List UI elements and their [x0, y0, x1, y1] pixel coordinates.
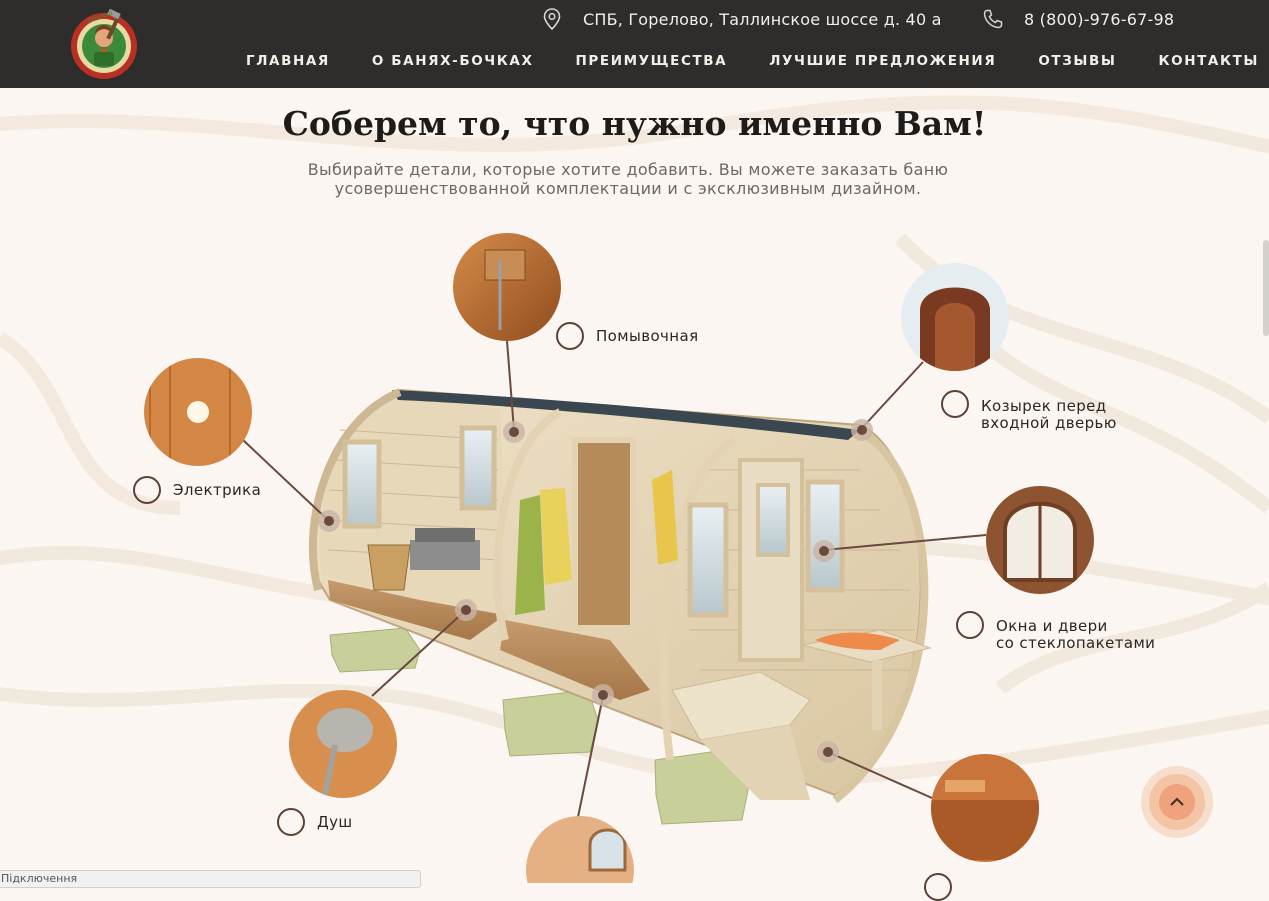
phone-icon	[983, 9, 1003, 29]
location-pin-icon	[543, 8, 561, 30]
page-scrollbar[interactable]	[1263, 240, 1269, 336]
feature-washroom-label: Помывочная	[596, 327, 699, 345]
thumb-washroom	[453, 233, 561, 341]
company-logo[interactable]: Банька	[68, 6, 140, 82]
feature-windows-label: Окна и двери со стеклопакетами	[996, 618, 1155, 652]
nav-about-barrel-saunas[interactable]: О БАНЯХ-БОЧКАХ	[372, 53, 534, 69]
browser-status-bar: Підключення	[0, 870, 421, 888]
thumb-steamroom	[526, 816, 634, 883]
phone-number[interactable]: 8 (800)-976-67-98	[1024, 10, 1174, 29]
feature-shower-label: Душ	[317, 813, 353, 831]
feature-windows-label-line1: Окна и двери	[996, 617, 1108, 635]
thumb-windows	[986, 486, 1094, 594]
feature-washroom[interactable]: Помывочная	[556, 322, 699, 350]
hotspot-washroom[interactable]	[503, 421, 525, 443]
scroll-to-top-inner[interactable]	[1159, 784, 1195, 820]
hotspot-steamroom-bench[interactable]	[592, 684, 614, 706]
feature-windows-marker[interactable]	[956, 611, 984, 639]
thumb-terrace	[931, 754, 1039, 862]
hotspot-terrace[interactable]	[817, 741, 839, 763]
feature-canopy-label-line2: входной дверью	[981, 414, 1117, 432]
nav-advantages[interactable]: ПРЕИМУЩЕСТВА	[576, 53, 728, 69]
thumb-canopy	[901, 263, 1009, 371]
feature-windows-doors[interactable]: Окна и двери со стеклопакетами	[956, 611, 1155, 652]
feature-shower[interactable]: Душ	[277, 808, 353, 836]
site-header: Банька СПБ, Горелово, Таллинское шоссе д…	[0, 0, 1269, 88]
feature-canopy-label-line1: Козырек перед	[981, 397, 1107, 415]
section-title: Соберем то, что нужно именно Вам!	[282, 104, 987, 143]
nav-reviews[interactable]: ОТЗЫВЫ	[1038, 53, 1116, 69]
hotspot-canopy[interactable]	[851, 419, 873, 441]
feature-shower-marker[interactable]	[277, 808, 305, 836]
address-text: СПБ, Горелово, Таллинское шоссе д. 40 а	[583, 9, 942, 29]
feature-windows-label-line2: со стеклопакетами	[996, 634, 1156, 652]
address-block: СПБ, Горелово, Таллинское шоссе д. 40 а	[543, 8, 942, 30]
feature-partial-marker[interactable]	[924, 873, 952, 901]
phone-block[interactable]: 8 (800)-976-67-98	[983, 8, 1174, 30]
nav-best-offers[interactable]: ЛУЧШИЕ ПРЕДЛОЖЕНИЯ	[769, 53, 996, 69]
hotspot-electrics[interactable]	[318, 510, 340, 532]
section-subtitle: Выбирайте детали, которые хотите добавит…	[307, 160, 949, 198]
nav-contacts[interactable]: КОНТАКТЫ	[1159, 53, 1260, 69]
feature-canopy-marker[interactable]	[941, 390, 969, 418]
feature-electrics-label: Электрика	[173, 481, 262, 499]
main-nav: ГЛАВНАЯ О БАНЯХ-БОЧКАХ ПРЕИМУЩЕСТВА ЛУЧШ…	[246, 53, 1259, 69]
hotspot-windows[interactable]	[813, 540, 835, 562]
barrel-sauna	[308, 388, 932, 804]
feature-canopy[interactable]: Козырек перед входной дверью	[941, 390, 1117, 432]
thumb-electrics	[144, 358, 252, 466]
thumb-shower	[289, 690, 397, 798]
hotspot-shower[interactable]	[455, 599, 477, 621]
nav-home[interactable]: ГЛАВНАЯ	[246, 53, 330, 69]
chevron-up-icon	[1170, 797, 1184, 806]
scroll-to-top-button[interactable]	[1141, 766, 1213, 838]
feature-partial-bottom[interactable]	[924, 873, 964, 901]
feature-canopy-label: Козырек перед входной дверью	[981, 398, 1117, 432]
feature-electrics-marker[interactable]	[133, 476, 161, 504]
feature-electrics[interactable]: Электрика	[133, 476, 261, 504]
feature-washroom-marker[interactable]	[556, 322, 584, 350]
